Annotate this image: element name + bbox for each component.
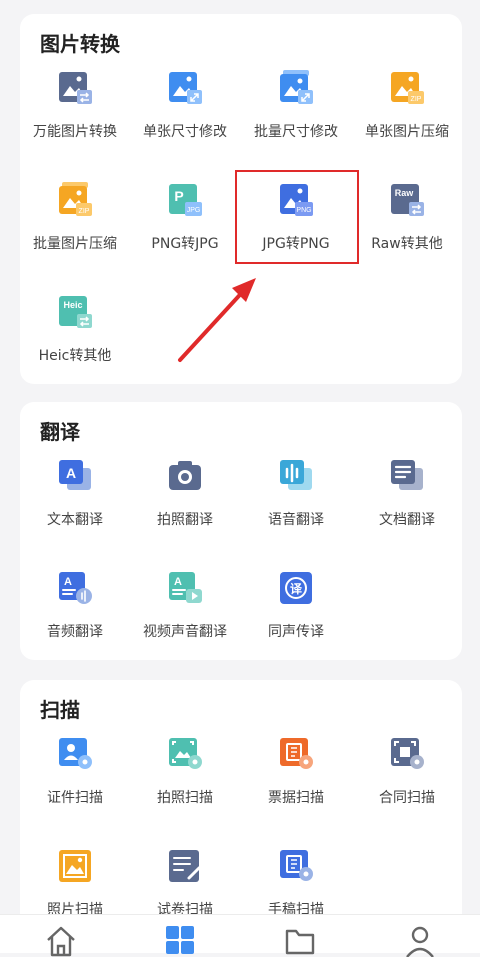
svg-text:Heic: Heic bbox=[63, 300, 82, 310]
tool-single-resize[interactable]: 单张尺寸修改 bbox=[130, 66, 240, 166]
text-translate-icon: A bbox=[59, 460, 91, 490]
annotation-arrow-icon bbox=[178, 278, 256, 362]
document-translate-icon bbox=[391, 460, 423, 490]
tool-label: 批量图片压缩 bbox=[33, 236, 117, 252]
section-title: 扫描 bbox=[40, 698, 80, 722]
svg-text:JPG: JPG bbox=[187, 207, 201, 214]
tab-files[interactable] bbox=[280, 923, 320, 955]
audio-translate-icon: A bbox=[59, 572, 92, 604]
tool-label: 证件扫描 bbox=[47, 790, 103, 806]
raw-convert-icon: Raw bbox=[391, 184, 424, 216]
tool-label: Raw转其他 bbox=[371, 236, 443, 252]
tab-home[interactable] bbox=[41, 923, 81, 957]
tool-label: 音频翻译 bbox=[47, 624, 103, 640]
tool-label: Heic转其他 bbox=[38, 348, 112, 364]
video-translate-icon: A bbox=[169, 572, 202, 603]
id-scan-icon bbox=[59, 738, 92, 769]
tool-png-to-jpg[interactable]: P JPG PNG转JPG bbox=[130, 178, 240, 278]
tool-label: 拍照翻译 bbox=[157, 512, 213, 528]
tool-simultaneous-translate[interactable]: 译 同声传译 bbox=[241, 566, 351, 666]
tool-batch-resize[interactable]: 批量尺寸修改 bbox=[241, 66, 351, 166]
tool-receipt-scan[interactable]: 票据扫描 bbox=[241, 732, 351, 832]
tool-document-translate[interactable]: 文档翻译 bbox=[352, 454, 462, 554]
tool-id-scan[interactable]: 证件扫描 bbox=[20, 732, 130, 832]
tool-label: 单张图片压缩 bbox=[365, 124, 449, 140]
receipt-scan-icon bbox=[280, 738, 313, 769]
tool-label: 文档翻译 bbox=[379, 512, 435, 528]
section-title: 图片转换 bbox=[40, 32, 120, 56]
tool-label: 批量尺寸修改 bbox=[254, 124, 338, 140]
tool-video-translate[interactable]: A 视频声音翻译 bbox=[130, 566, 240, 666]
contract-scan-icon bbox=[391, 738, 424, 769]
tool-label: 拍照扫描 bbox=[157, 790, 213, 806]
tab-profile[interactable] bbox=[400, 923, 440, 957]
tool-single-compress[interactable]: ZIP 单张图片压缩 bbox=[352, 66, 462, 166]
svg-text:A: A bbox=[66, 465, 76, 481]
tool-label: 文本翻译 bbox=[47, 512, 103, 528]
tool-label: 合同扫描 bbox=[379, 790, 435, 806]
svg-text:ZIP: ZIP bbox=[411, 96, 422, 103]
tool-contract-scan[interactable]: 合同扫描 bbox=[352, 732, 462, 832]
section-title: 翻译 bbox=[40, 420, 80, 444]
svg-text:译: 译 bbox=[290, 582, 303, 596]
heic-convert-icon: Heic bbox=[59, 296, 92, 328]
tool-label: PNG转JPG bbox=[151, 236, 219, 252]
tool-camera-translate[interactable]: 拍照翻译 bbox=[130, 454, 240, 554]
svg-text:P: P bbox=[174, 188, 183, 204]
section-translate: 翻译 A 文本翻译 拍照翻译 语音翻译 文档翻译 A 音频翻译 A 视频声音翻译… bbox=[20, 402, 462, 660]
tool-batch-compress[interactable]: ZIP 批量图片压缩 bbox=[20, 178, 130, 278]
tool-voice-translate[interactable]: 语音翻译 bbox=[241, 454, 351, 554]
section-scan: 扫描 证件扫描 拍照扫描 票据扫描 合同扫描 照片扫描 试卷扫描 手稿扫描 bbox=[20, 680, 462, 952]
simultaneous-translate-icon: 译 bbox=[280, 572, 312, 604]
tool-label: 同声传译 bbox=[268, 624, 324, 640]
photo-scan-icon bbox=[169, 738, 202, 769]
tool-heic-convert[interactable]: Heic Heic转其他 bbox=[20, 290, 130, 390]
image-zip-icon: ZIP bbox=[391, 72, 424, 104]
manuscript-scan-icon bbox=[280, 850, 313, 881]
exam-scan-icon bbox=[169, 850, 201, 882]
annotation-highlight-box bbox=[235, 170, 359, 264]
tool-photo-scan[interactable]: 拍照扫描 bbox=[130, 732, 240, 832]
batch-zip-icon: ZIP bbox=[59, 182, 92, 216]
tool-universal-convert[interactable]: 万能图片转换 bbox=[20, 66, 130, 166]
camera-translate-icon bbox=[169, 461, 201, 490]
svg-text:A: A bbox=[174, 576, 182, 588]
svg-text:ZIP: ZIP bbox=[79, 208, 90, 215]
bottom-tab-bar bbox=[0, 914, 480, 957]
tab-tools[interactable] bbox=[160, 923, 200, 954]
tool-label: 万能图片转换 bbox=[33, 124, 117, 140]
png-to-jpg-icon: P JPG bbox=[169, 184, 202, 216]
tool-label: 视频声音翻译 bbox=[143, 624, 227, 640]
picture-scan-icon bbox=[59, 850, 91, 882]
image-resize-icon bbox=[169, 72, 202, 104]
tool-audio-translate[interactable]: A 音频翻译 bbox=[20, 566, 130, 666]
tool-text-translate[interactable]: A 文本翻译 bbox=[20, 454, 130, 554]
voice-translate-icon bbox=[280, 460, 312, 490]
batch-resize-icon bbox=[280, 70, 313, 104]
svg-text:A: A bbox=[64, 576, 72, 588]
tool-label: 单张尺寸修改 bbox=[143, 124, 227, 140]
image-convert-icon bbox=[59, 72, 92, 104]
tool-label: 语音翻译 bbox=[268, 512, 324, 528]
tool-label: 票据扫描 bbox=[268, 790, 324, 806]
tool-raw-convert[interactable]: Raw Raw转其他 bbox=[352, 178, 462, 278]
svg-text:Raw: Raw bbox=[395, 188, 415, 198]
